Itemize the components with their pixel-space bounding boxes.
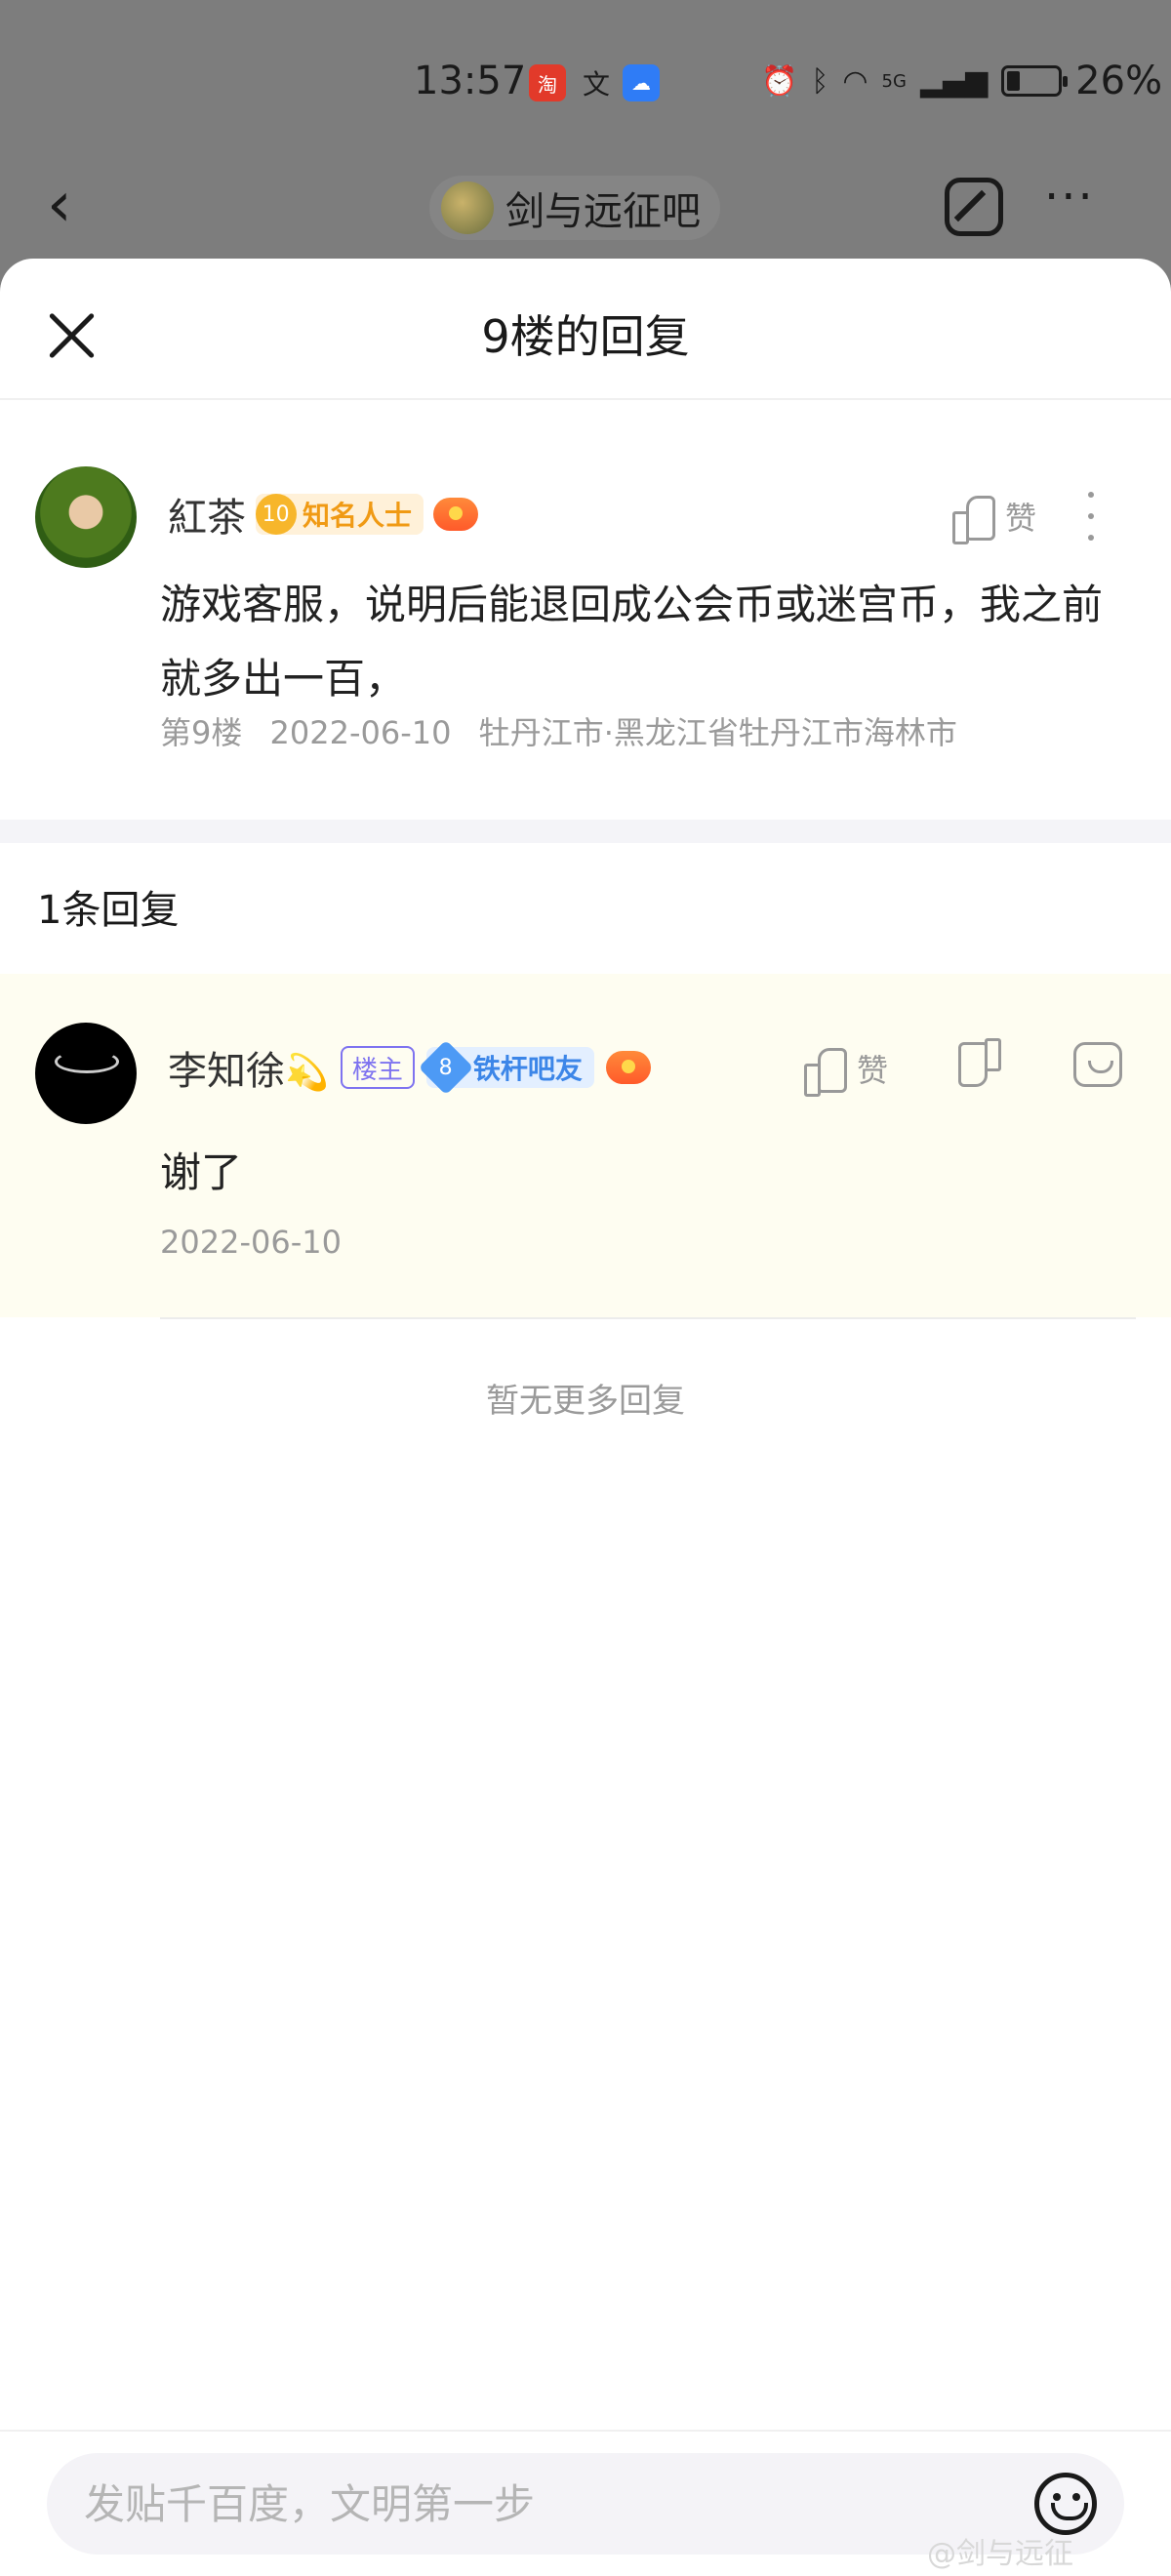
level-badge: 8 铁杆吧友 [418,1039,594,1096]
like-label: 赞 [1005,500,1037,537]
reply-count: 1条回复 [37,888,180,933]
forum-avatar [441,181,494,234]
status-indicators: ⏰ ᛒ ◠ 5G ▂▄▆ 26% [761,59,1162,103]
battery-level [1007,71,1021,91]
reply-author-row: 李知徐💫 楼主 8 铁杆吧友 [168,1038,651,1097]
wifi-icon: ◠ [842,63,868,99]
level-number: 10 [247,485,305,543]
post-author-row: 紅茶 10 知名人士 [168,480,479,548]
level-number: 8 [418,1039,474,1096]
reply-item: 李知徐💫 楼主 8 铁杆吧友 赞 谢了 2022-06-10 [0,974,1171,1317]
comment-icon[interactable] [1073,1042,1122,1087]
signal-icon: ▂▄▆ [919,63,989,99]
emoji-icon[interactable] [1034,2473,1097,2535]
reply-content: 谢了 [160,1148,243,1196]
no-more-replies: 暂无更多回复 [486,1382,685,1421]
forum-chip[interactable]: 剑与远征吧 [429,176,720,240]
main-post: 紅茶 10 知名人士 赞 游戏客服，说明后能退回成公会币或迷宫币，我之前就多出一… [0,400,1171,818]
post-content: 游戏客服，说明后能退回成公会币或迷宫币，我之前就多出一百， [160,581,1104,703]
post-location: 牡丹江市·黑龙江省牡丹江市海林市 [478,714,957,751]
gamepad-icon [605,1051,651,1084]
like-button[interactable]: 赞 [952,494,1037,544]
taobao-icon: 淘 [529,64,566,101]
sheet-title: 9楼的回复 [481,310,690,363]
avatar[interactable] [35,466,137,568]
status-time: 13:57 [414,59,527,103]
more-options-button[interactable]: ··· [1044,170,1095,224]
level-title: 知名人士 [303,500,413,532]
bluetooth-icon: ᛒ [811,63,829,99]
avatar[interactable] [35,1023,137,1124]
watermark: @剑与远征 [927,2537,1073,2571]
owner-badge: 楼主 [340,1046,415,1089]
like-label: 赞 [857,1052,889,1089]
thumbs-up-icon [952,494,995,544]
post-floor: 第9楼 [160,714,243,751]
forum-header: ‹ 剑与远征吧 ··· [0,156,1171,258]
sheet-header: 9楼的回复 [0,259,1171,400]
reply-divider [160,1317,1136,1319]
status-bar: 13:57 淘 文 ☁ ⏰ ᛒ ◠ 5G ▂▄▆ 26% [0,49,1171,123]
translate-icon: 文 [582,68,610,101]
battery-icon [1001,65,1069,97]
reply-author-name[interactable]: 李知徐💫 [168,1039,329,1096]
post-meta: 第9楼 2022-06-10 牡丹江市·黑龙江省牡丹江市海林市 [160,708,975,753]
level-badge: 10 知名人士 [247,485,424,543]
gamepad-icon [433,498,479,531]
reply-like-button[interactable]: 赞 [804,1046,889,1097]
battery-percent: 26% [1075,59,1163,103]
thumbs-up-icon [804,1046,847,1097]
level-title: 铁杆吧友 [472,1053,583,1085]
sparkle-icon: 💫 [285,1053,329,1093]
forum-name: 剑与远征吧 [505,189,701,234]
alarm-icon: ⏰ [761,63,798,99]
back-button[interactable]: ‹ [47,174,105,238]
edit-post-button[interactable] [945,178,1003,236]
post-date: 2022-06-10 [269,714,452,751]
section-divider [0,820,1171,843]
thumbs-down-icon[interactable] [958,1044,1001,1089]
network-label: 5G [881,70,907,92]
reply-date: 2022-06-10 [160,1224,342,1261]
post-more-button[interactable] [1085,492,1097,541]
post-author-name[interactable]: 紅茶 [168,486,246,543]
cloud-icon: ☁ [623,64,660,101]
